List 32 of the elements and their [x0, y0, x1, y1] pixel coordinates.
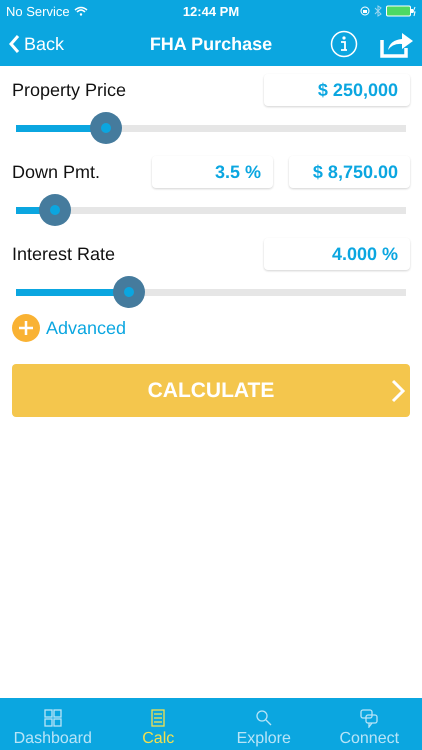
input-label: Interest Rate — [12, 244, 116, 264]
screen-title: FHA Purchase — [150, 34, 272, 54]
advanced-link[interactable]: Advanced — [12, 314, 410, 342]
chevron-right-icon — [390, 378, 406, 404]
tab-item[interactable]: Connect — [316, 698, 422, 750]
chat-icon — [359, 708, 380, 728]
tab-item[interactable]: Dashboard — [0, 698, 106, 750]
grid-icon — [42, 708, 63, 728]
search-icon — [254, 708, 274, 728]
battery-icon — [386, 5, 416, 17]
input-label: Down Pmt. — [12, 162, 102, 182]
info-icon[interactable] — [330, 30, 358, 58]
slider-thumb[interactable] — [113, 276, 146, 308]
lock-rotation-icon — [360, 6, 370, 16]
value-field[interactable]: 4.000 % — [264, 238, 410, 270]
value-field[interactable]: 3.5 % — [152, 156, 273, 188]
tab-item[interactable]: Calc — [106, 698, 211, 750]
value-field[interactable]: $ 8,750.00 — [289, 156, 410, 188]
bluetooth-icon — [374, 5, 382, 17]
chevron-left-icon — [8, 34, 20, 54]
tab-item[interactable]: Explore — [211, 698, 316, 750]
slider-thumb[interactable] — [39, 194, 71, 226]
value-field[interactable]: $ 250,000 — [264, 74, 410, 106]
back-button[interactable]: Back — [8, 34, 64, 54]
clock-text: 12:44 PM — [182, 4, 240, 18]
carrier-text: No Service — [6, 4, 70, 18]
slider-thumb[interactable] — [90, 112, 122, 144]
share-icon[interactable] — [380, 30, 414, 58]
input-label: Property Price — [12, 80, 128, 100]
calculate-button[interactable]: CALCULATE — [12, 364, 410, 417]
plus-icon — [12, 314, 40, 342]
wifi-icon — [74, 6, 88, 16]
